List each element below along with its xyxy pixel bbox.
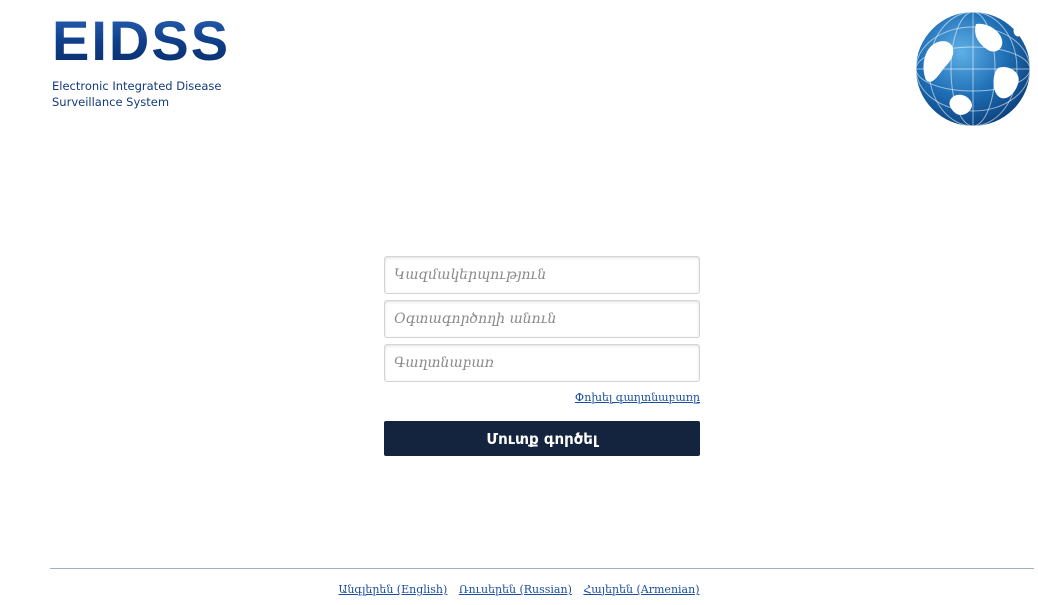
language-link-russian[interactable]: Ռուսերեն (Russian) [459,583,572,596]
language-link-armenian[interactable]: Հայերեն (Armenian) [583,583,699,596]
organization-field[interactable] [384,256,700,294]
logo-subtitle: Electronic Integrated Disease Surveillan… [52,78,232,110]
logo-subtitle-line2: Surveillance System [52,95,170,109]
globe-icon [915,11,1031,127]
logo-subtitle-line1: Electronic Integrated Disease [52,79,222,93]
password-field[interactable] [384,344,700,382]
change-password-link[interactable]: Փոխել գաղտնաբառը [575,391,700,404]
footer-divider [50,568,1034,569]
login-button[interactable]: Մուտք գործել [384,421,700,456]
username-field[interactable] [384,300,700,338]
forgot-password-row: Փոխել գաղտնաբառը [384,388,700,408]
language-link-english[interactable]: Անգլերեն (English) [339,583,448,596]
logo-title: EIDSS [52,12,242,70]
login-form: Փոխել գաղտնաբառը Մուտք գործել [384,256,700,456]
language-switcher: Անգլերեն (English) Ռուսերեն (Russian) Հա… [0,583,1038,596]
eidss-logo: EIDSS Electronic Integrated Disease Surv… [52,12,242,110]
